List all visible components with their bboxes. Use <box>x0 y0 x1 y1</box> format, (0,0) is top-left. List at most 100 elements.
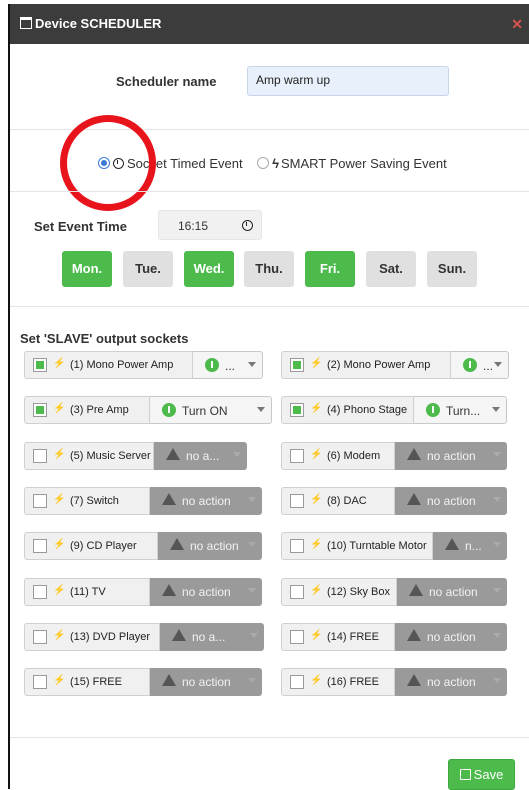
socket-action-value: no a... <box>192 629 226 644</box>
socket-label-box: ⚡ (15) FREE <box>24 668 150 697</box>
socket-label: (2) Mono Power Amp <box>327 359 431 371</box>
socket-checkbox[interactable] <box>290 358 304 372</box>
socket-label: (13) DVD Player <box>70 630 151 643</box>
plug-icon: ⚡ <box>310 448 323 460</box>
chevron-down-icon <box>248 678 256 684</box>
socket-action-select[interactable]: no action <box>395 622 507 651</box>
socket-label-box: ⚡ (2) Mono Power Amp <box>281 351 451 379</box>
bolt-icon: ϟ <box>272 156 279 171</box>
plug-icon: ⚡ <box>53 584 66 596</box>
socket-checkbox[interactable] <box>290 629 304 644</box>
save-button[interactable]: Save <box>448 759 515 790</box>
chevron-down-icon <box>493 451 501 457</box>
socket-action-value: ... <box>483 359 494 373</box>
socket-checkbox[interactable] <box>290 584 304 599</box>
socket-label: (6) Modem <box>327 449 381 462</box>
chevron-down-icon <box>493 678 501 684</box>
socket-checkbox[interactable] <box>33 675 47 690</box>
socket-row: ⚡ (7) Switch no action <box>24 486 262 515</box>
plug-icon: ⚡ <box>53 675 66 687</box>
scheduler-name-label: Scheduler name <box>116 74 217 89</box>
socket-label: (4) Phono Stage <box>327 404 408 417</box>
socket-label: (11) TV <box>70 585 106 598</box>
socket-row: ⚡ (5) Music Server no a... <box>24 441 250 470</box>
plug-icon: ⚡ <box>310 493 323 505</box>
event-time-input[interactable]: 16:15 <box>158 210 262 240</box>
chevron-down-icon <box>248 362 256 367</box>
socket-label: (5) Music Server <box>70 449 151 462</box>
socket-action-select[interactable]: no action <box>395 441 507 470</box>
socket-action-select[interactable]: Turn ON <box>150 396 272 425</box>
day-saturday-button[interactable]: Sat. <box>366 251 416 287</box>
socket-checkbox[interactable] <box>33 448 47 463</box>
socket-action-value: no action <box>427 448 476 463</box>
socket-checkbox[interactable] <box>290 539 304 554</box>
socket-checkbox[interactable] <box>290 448 304 463</box>
socket-action-value: no action <box>427 675 476 690</box>
socket-action-value: ... <box>225 359 236 373</box>
annotation-circle <box>60 115 156 211</box>
chevron-down-icon <box>492 407 500 413</box>
day-sunday-button[interactable]: Sun. <box>427 251 477 287</box>
clock-icon[interactable] <box>242 220 253 231</box>
socket-action-select[interactable]: no action <box>395 486 507 515</box>
day-thursday-button[interactable]: Thu. <box>244 251 294 287</box>
socket-checkbox[interactable] <box>33 493 47 508</box>
plug-icon: ⚡ <box>53 448 66 460</box>
socket-row: ⚡ (1) Mono Power Amp... <box>24 351 263 379</box>
smart-power-saving-option[interactable]: ϟ SMART Power Saving Event <box>257 156 447 171</box>
socket-label-box: ⚡ (3) Pre Amp <box>24 396 150 425</box>
radio-unselected-icon[interactable] <box>257 157 270 169</box>
socket-checkbox[interactable] <box>33 403 47 418</box>
warning-icon <box>162 492 176 508</box>
socket-row: ⚡ (6) Modem no action <box>281 441 507 470</box>
socket-action-select[interactable]: no a... <box>160 622 264 651</box>
socket-action-value: Turn ON <box>182 404 228 419</box>
socket-action-value: no action <box>429 584 478 599</box>
socket-action-select[interactable]: Turn... <box>414 396 507 425</box>
socket-action-select[interactable]: ... <box>451 351 509 379</box>
socket-label: (7) Switch <box>70 494 119 507</box>
socket-action-select[interactable]: no action <box>150 577 262 606</box>
socket-row: ⚡ (16) FREE no action <box>281 668 507 697</box>
socket-action-select[interactable]: ... <box>193 351 263 379</box>
socket-row: ⚡ (12) Sky Box no action <box>281 577 507 606</box>
plug-icon: ⚡ <box>310 584 323 596</box>
socket-action-select[interactable]: no action <box>158 532 262 561</box>
socket-checkbox[interactable] <box>290 493 304 508</box>
socket-action-select[interactable]: n... <box>433 532 507 561</box>
socket-label: (15) FREE <box>70 676 122 689</box>
socket-action-select[interactable]: no action <box>395 668 507 697</box>
warning-icon <box>172 628 186 644</box>
day-monday-button[interactable]: Mon. <box>62 251 112 287</box>
scheduler-name-input[interactable]: Amp warm up <box>247 66 449 96</box>
day-tuesday-button[interactable]: Tue. <box>123 251 173 287</box>
chevron-down-icon <box>257 407 265 413</box>
socket-label-box: ⚡ (10) Turntable Motor <box>281 532 433 561</box>
chevron-down-icon <box>493 587 501 593</box>
warning-icon <box>445 538 459 553</box>
close-icon[interactable]: ✕ <box>511 16 523 33</box>
event-time-value: 16:15 <box>178 219 209 233</box>
dialog-titlebar: Device SCHEDULER ✕ <box>10 4 529 44</box>
plug-icon: ⚡ <box>310 358 323 369</box>
socket-label: (10) Turntable Motor <box>327 540 427 553</box>
chevron-down-icon <box>233 451 241 457</box>
socket-action-select[interactable]: no action <box>150 668 262 697</box>
day-friday-button[interactable]: Fri. <box>305 251 355 287</box>
socket-label: (14) FREE <box>327 630 379 643</box>
day-wednesday-button[interactable]: Wed. <box>184 251 234 287</box>
socket-checkbox[interactable] <box>33 539 47 554</box>
socket-checkbox[interactable] <box>290 403 304 418</box>
socket-action-value: no action <box>182 675 231 690</box>
socket-action-value: no action <box>427 629 476 644</box>
socket-label: (12) Sky Box <box>327 585 390 598</box>
socket-action-select[interactable]: no action <box>150 486 262 515</box>
socket-checkbox[interactable] <box>33 629 47 644</box>
socket-action-select[interactable]: no a... <box>154 441 247 470</box>
socket-checkbox[interactable] <box>33 584 47 599</box>
socket-checkbox[interactable] <box>290 675 304 690</box>
socket-action-select[interactable]: no action <box>397 577 507 606</box>
divider <box>10 306 529 307</box>
socket-checkbox[interactable] <box>33 358 47 372</box>
